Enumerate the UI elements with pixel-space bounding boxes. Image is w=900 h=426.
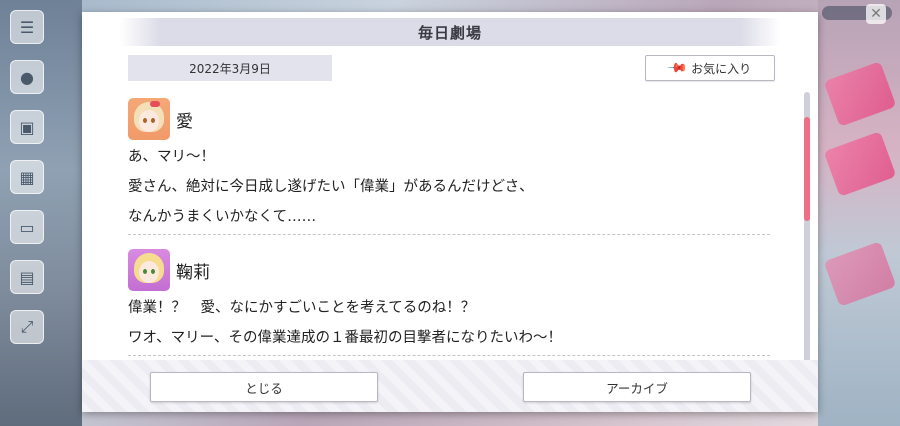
banner-tile [823, 241, 897, 307]
dialogue-line: ワオ、マリー、その偉業達成の１番最初の目撃者になりたいわ～！ [128, 330, 562, 346]
chat-icon: ● [10, 60, 44, 94]
pin-icon: 📌 [665, 56, 689, 80]
date-label: 2022年3月9日 [128, 55, 332, 81]
menu-icon: ☰ [10, 10, 44, 44]
scrollbar[interactable] [804, 92, 810, 366]
dialogue-entry: 愛 あ、マリ～！ 愛さん、絶対に今日成し遂げたい「偉業」があるんだけどさ、 なん… [128, 96, 770, 235]
archive-button[interactable]: アーカイブ [523, 372, 751, 402]
avatar-mari [128, 249, 170, 291]
banner-tile [823, 131, 897, 197]
background-left-panel: ☰ ● ▣ ▦ ▭ ▤ ⤢ [0, 0, 82, 426]
speaker-row: 愛 [128, 96, 770, 142]
daily-theater-dialog: 毎日劇場 2022年3月9日 📌 お気に入り 愛 あ、マリ～！ 愛さん、絶対に今… [82, 12, 818, 412]
speaker-row: 鞠莉 [128, 247, 770, 293]
dialogue-line: なんかうまくいかなくて…… [128, 209, 317, 225]
close-icon: ✕ [866, 4, 886, 24]
media-icon: ▭ [10, 210, 44, 244]
dialogue-line: 偉業！？ 愛、なにかすごいことを考えてるのね！？ [128, 300, 476, 316]
shop-icon: ▤ [10, 260, 44, 294]
expand-icon: ⤢ [10, 310, 44, 344]
dialogue-line: あ、マリ～！ [128, 149, 215, 165]
favorite-button[interactable]: 📌 お気に入り [645, 55, 775, 81]
dialogue-line: 愛さん、絶対に今日成し遂げたい「偉業」があるんだけどさ、 [128, 179, 534, 195]
banner-tile [823, 61, 897, 127]
close-button[interactable]: とじる [150, 372, 378, 402]
favorite-button-label: お気に入り [691, 61, 752, 76]
scrollbar-thumb[interactable] [804, 117, 810, 221]
speaker-name: 愛 [176, 111, 193, 132]
avatar-ai [128, 98, 170, 140]
dialogue-entry: 鞠莉 偉業！？ 愛、なにかすごいことを考えてるのね！？ ワオ、マリー、その偉業達… [128, 247, 770, 356]
speaker-name: 鞠莉 [176, 262, 210, 283]
present-icon: ▣ [10, 110, 44, 144]
dialogue-content[interactable]: 愛 あ、マリ～！ 愛さん、絶対に今日成し遂げたい「偉業」があるんだけどさ、 なん… [128, 96, 770, 368]
dialog-footer: とじる アーカイブ [82, 360, 818, 412]
gift-icon: ▦ [10, 160, 44, 194]
dialog-title: 毎日劇場 [417, 23, 482, 42]
title-bar: 毎日劇場 [120, 18, 780, 46]
background-right-panel [818, 0, 900, 426]
